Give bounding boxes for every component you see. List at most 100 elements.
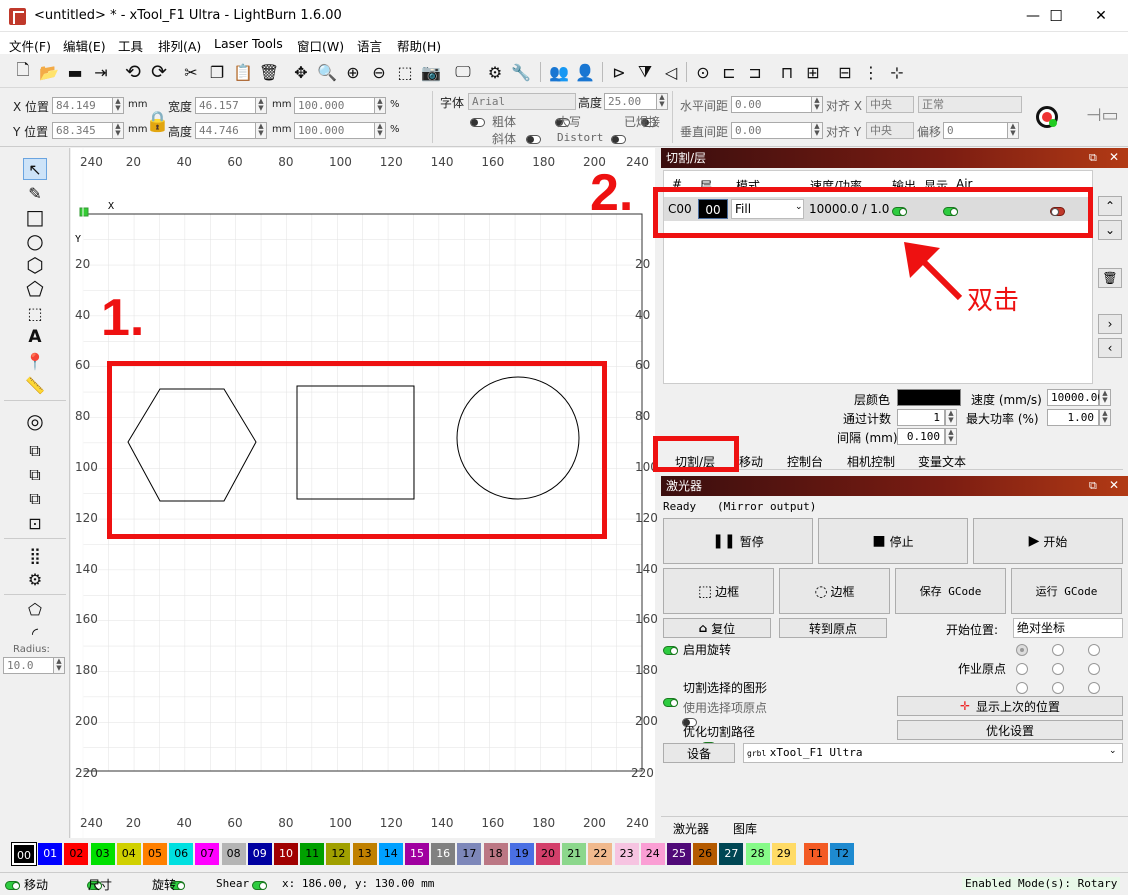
grid-array-icon[interactable]: ⣿ bbox=[23, 544, 47, 566]
radius-input[interactable]: 10.0 bbox=[3, 657, 55, 674]
menu-language[interactable]: 语言 bbox=[357, 36, 382, 55]
flip-v-icon[interactable]: ⧩ bbox=[634, 60, 656, 84]
save-icon[interactable]: ▬ bbox=[64, 60, 86, 84]
vspace-spinner[interactable]: ▲ ▼ bbox=[811, 122, 823, 139]
palette-swatch-02[interactable]: 02 bbox=[64, 843, 89, 865]
rotary-icon[interactable] bbox=[1036, 106, 1058, 128]
select-tool-icon[interactable]: ↖ bbox=[23, 158, 47, 180]
height-spinner[interactable]: ▲ ▼ bbox=[255, 122, 267, 139]
save-gcode-button[interactable]: 保存 GCode bbox=[895, 568, 1006, 614]
x-pos-spinner[interactable]: ▲ ▼ bbox=[112, 97, 124, 114]
hspace-spinner[interactable]: ▲ ▼ bbox=[811, 96, 823, 113]
optimization-settings-button[interactable]: 优化设置 bbox=[897, 720, 1123, 740]
pen-tool-icon[interactable]: ✎ bbox=[23, 182, 47, 204]
menu-laser-tools[interactable]: Laser Tools bbox=[214, 36, 283, 51]
text-mode-select[interactable]: 正常 bbox=[918, 96, 1022, 113]
zoom-pan-icon[interactable]: 🔍 bbox=[316, 60, 338, 84]
laser-panel-float-icon[interactable]: ⧉ bbox=[1089, 479, 1097, 493]
palette-swatch-14[interactable]: 14 bbox=[378, 843, 403, 865]
speed-spinner[interactable]: ▲ ▼ bbox=[1099, 389, 1111, 406]
zoom-frame-icon[interactable]: ⬚ bbox=[394, 60, 416, 84]
pause-button[interactable]: ❚❚ 暂停 bbox=[663, 518, 813, 564]
palette-swatch-19[interactable]: 19 bbox=[509, 843, 534, 865]
node-edit-icon[interactable]: ⬠ bbox=[23, 598, 47, 620]
align-right-icon[interactable]: ⊐ bbox=[744, 60, 766, 84]
y-pos-spinner[interactable]: ▲ ▼ bbox=[112, 122, 124, 139]
width-spinner[interactable]: ▲ ▼ bbox=[255, 97, 267, 114]
rectangle-tool-icon[interactable]: □ bbox=[23, 205, 47, 229]
palette-swatch-29[interactable]: 29 bbox=[771, 843, 796, 865]
palette-swatch-25[interactable]: 25 bbox=[667, 843, 691, 865]
stop-button[interactable]: ■ 停止 bbox=[818, 518, 968, 564]
palette-swatch-22[interactable]: 22 bbox=[588, 843, 613, 865]
hspace-input[interactable]: 0.00 bbox=[731, 96, 813, 113]
font-select[interactable]: Arial bbox=[468, 93, 576, 110]
camera-icon[interactable]: 📷 bbox=[420, 60, 442, 84]
devices-button[interactable]: 设备 bbox=[663, 743, 735, 763]
goto-origin-button[interactable]: 转到原点 bbox=[779, 618, 887, 638]
move-layer-up-icon[interactable]: ⌃ bbox=[1098, 196, 1122, 216]
job-origin-radio[interactable] bbox=[1052, 663, 1064, 675]
run-gcode-button[interactable]: 运行 GCode bbox=[1011, 568, 1122, 614]
palette-swatch-04[interactable]: 04 bbox=[116, 843, 141, 865]
prev-layer-icon[interactable]: ‹ bbox=[1098, 338, 1122, 358]
property-extra-icon[interactable]: ⊣▭ bbox=[1086, 105, 1119, 129]
palette-swatch-05[interactable]: 05 bbox=[143, 843, 167, 865]
align-top-icon[interactable]: ⊓ bbox=[776, 60, 798, 84]
zoom-in-icon[interactable]: ⊕ bbox=[342, 60, 364, 84]
menu-tools[interactable]: 工具 bbox=[118, 36, 143, 55]
scale-y-spinner[interactable]: ▲ ▼ bbox=[374, 122, 386, 139]
cut-icon[interactable]: ✂ bbox=[180, 60, 202, 84]
align-left-icon[interactable]: ⊏ bbox=[718, 60, 740, 84]
offset-input[interactable]: 0 bbox=[943, 122, 1009, 139]
max-power-spinner[interactable]: ▲ ▼ bbox=[1099, 409, 1111, 426]
tab-move[interactable]: 移动 bbox=[739, 453, 763, 470]
tab-console[interactable]: 控制台 bbox=[787, 453, 823, 470]
move-toggle[interactable] bbox=[5, 881, 20, 890]
distribute-h-icon[interactable]: ⊟ bbox=[834, 60, 856, 84]
menu-help[interactable]: 帮助(H) bbox=[397, 36, 441, 55]
start-from-select[interactable]: 绝对坐标 bbox=[1013, 618, 1123, 638]
pentagon-tool-icon[interactable]: ⬠ bbox=[23, 277, 47, 301]
interval-input[interactable]: 0.100 bbox=[897, 428, 945, 445]
monitor-icon[interactable]: 🖵 bbox=[452, 60, 474, 84]
circle-frame-button[interactable]: ◌ 边框 bbox=[779, 568, 890, 614]
center-icon[interactable]: ⊹ bbox=[886, 60, 908, 84]
palette-swatch-17[interactable]: 17 bbox=[457, 843, 482, 865]
scale-x-input[interactable]: 100.000 bbox=[294, 97, 376, 114]
weld-icon[interactable]: ⧉ bbox=[23, 440, 47, 462]
show-last-position-button[interactable]: ✛ 显示上次的位置 bbox=[897, 696, 1123, 716]
palette-swatch-12[interactable]: 12 bbox=[326, 843, 351, 865]
menu-window[interactable]: 窗口(W) bbox=[297, 36, 344, 55]
home-button[interactable]: ⌂ 复位 bbox=[663, 618, 771, 638]
text-tool-icon[interactable]: A bbox=[23, 326, 47, 348]
subtract-icon[interactable]: ⧉ bbox=[23, 488, 47, 510]
delete-icon[interactable]: 🗑 bbox=[258, 60, 280, 84]
palette-swatch-08[interactable]: 08 bbox=[221, 843, 246, 865]
laser-panel-close-icon[interactable]: ✕ bbox=[1109, 478, 1119, 492]
close-button[interactable]: ✕ bbox=[1078, 0, 1124, 32]
offset-tool-icon[interactable]: ◎ bbox=[23, 409, 47, 433]
circular-array-icon[interactable]: ⚙ bbox=[23, 568, 47, 590]
frame-button[interactable]: ⬚ 边框 bbox=[663, 568, 774, 614]
distort-toggle[interactable] bbox=[611, 135, 627, 144]
menu-file[interactable]: 文件(F) bbox=[9, 36, 51, 55]
lock-icon[interactable]: 🔒 bbox=[145, 109, 170, 133]
open-folder-icon[interactable]: 📂 bbox=[38, 60, 60, 84]
menu-edit[interactable]: 编辑(E) bbox=[63, 36, 106, 55]
bold-toggle[interactable] bbox=[470, 118, 485, 127]
job-origin-radio[interactable] bbox=[1016, 663, 1028, 675]
position-pin-icon[interactable]: 📍 bbox=[23, 350, 47, 372]
tab-variable-text[interactable]: 变量文本 bbox=[918, 453, 966, 470]
tab-laser[interactable]: 激光器 bbox=[673, 820, 709, 837]
tools-icon[interactable]: 🔧 bbox=[510, 60, 532, 84]
align-x-select[interactable]: 中央 bbox=[866, 96, 914, 113]
palette-swatch-10[interactable]: 10 bbox=[274, 843, 298, 865]
scale-y-input[interactable]: 100.000 bbox=[294, 122, 376, 139]
text-height-spinner[interactable]: ▲ ▼ bbox=[656, 93, 668, 110]
cut-selected-toggle[interactable] bbox=[663, 698, 678, 707]
mirror-icon[interactable]: ◁ bbox=[660, 60, 682, 84]
palette-swatch-13[interactable]: 13 bbox=[352, 843, 377, 865]
maximize-button[interactable]: ☐ bbox=[1033, 0, 1079, 32]
settings-gear-icon[interactable]: ⚙ bbox=[484, 60, 506, 84]
